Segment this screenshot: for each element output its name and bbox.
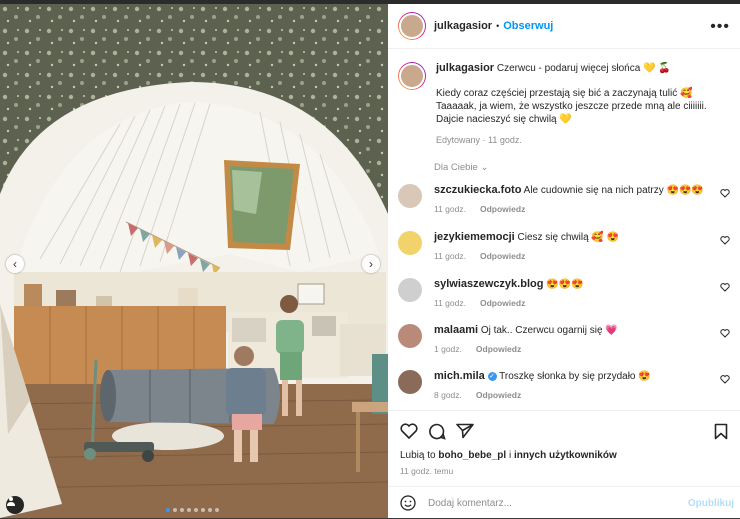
room-photo xyxy=(0,4,388,518)
comment-username[interactable]: mich.mila xyxy=(434,370,485,382)
user-tag-icon[interactable] xyxy=(6,496,24,514)
avatar[interactable] xyxy=(398,12,426,40)
comment-text: Ale cudownie się na nich patrzy 😍😍😍 xyxy=(523,185,704,196)
comment-text: 😍😍😍 xyxy=(546,279,584,290)
avatar[interactable] xyxy=(398,324,422,348)
avatar[interactable] xyxy=(398,278,422,302)
post-time: 11 godz. temu xyxy=(400,466,454,476)
smiley-icon[interactable] xyxy=(400,495,416,511)
carousel-dot xyxy=(194,508,198,512)
post-caption: julkagasior Czerwcu - podaruj więcej sło… xyxy=(398,62,730,147)
heart-icon[interactable] xyxy=(720,282,730,292)
caption-meta: Edytowany · 11 godz. xyxy=(436,135,522,145)
heart-icon[interactable] xyxy=(720,188,730,198)
header-separator: • xyxy=(496,21,500,31)
post-details-panel: julkagasior • Obserwuj ••• julkagasior C… xyxy=(388,4,740,518)
comment-text: Troszkę słonka by się przydało 😍 xyxy=(499,371,651,382)
carousel-dot xyxy=(187,508,191,512)
comment-text: Ciesz się chwilą 🥰 😍 xyxy=(517,232,620,243)
comment-username[interactable]: jezykiememocji xyxy=(434,231,515,243)
avatar[interactable] xyxy=(398,231,422,255)
chevron-right-icon[interactable]: › xyxy=(362,255,380,273)
verified-badge-icon: ✓ xyxy=(487,371,497,381)
heart-icon[interactable] xyxy=(400,423,418,439)
chevron-down-icon: ⌄ xyxy=(480,162,489,173)
comments-sort[interactable]: Dla Ciebie ⌄ xyxy=(434,162,488,173)
likes-user-link[interactable]: boho_bebe_pl xyxy=(438,450,506,461)
sort-label: Dla Ciebie xyxy=(434,162,478,173)
chevron-left-icon[interactable]: ‹ xyxy=(6,255,24,273)
carousel-dot xyxy=(180,508,184,512)
carousel-dot xyxy=(201,508,205,512)
caption-line-2: Kiedy coraz częściej przestają się bić a… xyxy=(436,88,693,99)
carousel-dot xyxy=(208,508,212,512)
likes-others-link[interactable]: innych użytkowników xyxy=(514,450,617,461)
send-icon[interactable] xyxy=(456,423,474,439)
likes-prefix: Lubią to xyxy=(400,450,439,461)
likes-summary: Lubią to boho_bebe_pl i innych użytkowni… xyxy=(400,450,617,461)
reply-button[interactable]: Odpowiedz xyxy=(476,344,521,354)
add-comment-bar: Dodaj komentarz... Opublikuj xyxy=(388,486,740,519)
post-image[interactable]: ‹ › xyxy=(0,4,388,518)
comment-text: Oj tak.. Czerwcu ogarnij się 💗 xyxy=(480,325,618,336)
carousel-dot xyxy=(215,508,219,512)
action-bar xyxy=(388,410,740,451)
comment-input[interactable]: Dodaj komentarz... xyxy=(428,498,668,509)
comment-time: 11 godz. xyxy=(434,204,466,214)
reply-button[interactable]: Odpowiedz xyxy=(476,390,521,400)
reply-button[interactable]: Odpowiedz xyxy=(480,298,525,308)
comment-item: malaami Oj tak.. Czerwcu ogarnij się 💗 1… xyxy=(398,324,734,356)
carousel-indicator xyxy=(166,508,219,512)
comment-item: mich.mila ✓ Troszkę słonka by się przyda… xyxy=(398,370,734,402)
caption-line-3: Taaaaak, ja wiem, że wszystko jeszcze pr… xyxy=(436,101,707,125)
reply-button[interactable]: Odpowiedz xyxy=(480,204,525,214)
follow-button[interactable]: Obserwuj xyxy=(503,20,553,32)
comment-time: 11 godz. xyxy=(434,298,466,308)
comment-time: 1 godz. xyxy=(434,344,462,354)
comment-time: 11 godz. xyxy=(434,251,466,261)
avatar[interactable] xyxy=(398,62,426,90)
heart-icon[interactable] xyxy=(720,235,730,245)
comment-item: szczukiecka.foto Ale cudownie się na nic… xyxy=(398,184,734,216)
post-header: julkagasior • Obserwuj ••• xyxy=(388,4,740,49)
caption-username[interactable]: julkagasior xyxy=(436,62,494,74)
more-icon[interactable]: ••• xyxy=(710,18,730,36)
heart-icon[interactable] xyxy=(720,328,730,338)
comment-username[interactable]: malaami xyxy=(434,324,478,336)
bookmark-icon[interactable] xyxy=(714,423,728,440)
post-modal: ‹ › julkagasior • Obserwuj ••• julkagasi… xyxy=(0,4,740,518)
heart-icon[interactable] xyxy=(720,374,730,384)
publish-button[interactable]: Opublikuj xyxy=(688,498,734,509)
comment-username[interactable]: szczukiecka.foto xyxy=(434,184,521,196)
comment-icon[interactable] xyxy=(428,423,446,440)
avatar[interactable] xyxy=(398,184,422,208)
comment-time: 8 godz. xyxy=(434,390,462,400)
likes-suffix: i xyxy=(506,450,514,461)
comment-item: sylwiaszewczyk.blog 😍😍😍 11 godz. Odpowied… xyxy=(398,278,734,310)
carousel-dot xyxy=(173,508,177,512)
reply-button[interactable]: Odpowiedz xyxy=(480,251,525,261)
comment-item: jezykiememocji Ciesz się chwilą 🥰 😍 11 g… xyxy=(398,231,734,263)
carousel-dot xyxy=(166,508,170,512)
author-username[interactable]: julkagasior xyxy=(434,20,492,32)
comment-username[interactable]: sylwiaszewczyk.blog xyxy=(434,278,543,290)
avatar[interactable] xyxy=(398,370,422,394)
caption-line-1: Czerwcu - podaruj więcej słońca 💛 🍒 xyxy=(496,63,671,74)
